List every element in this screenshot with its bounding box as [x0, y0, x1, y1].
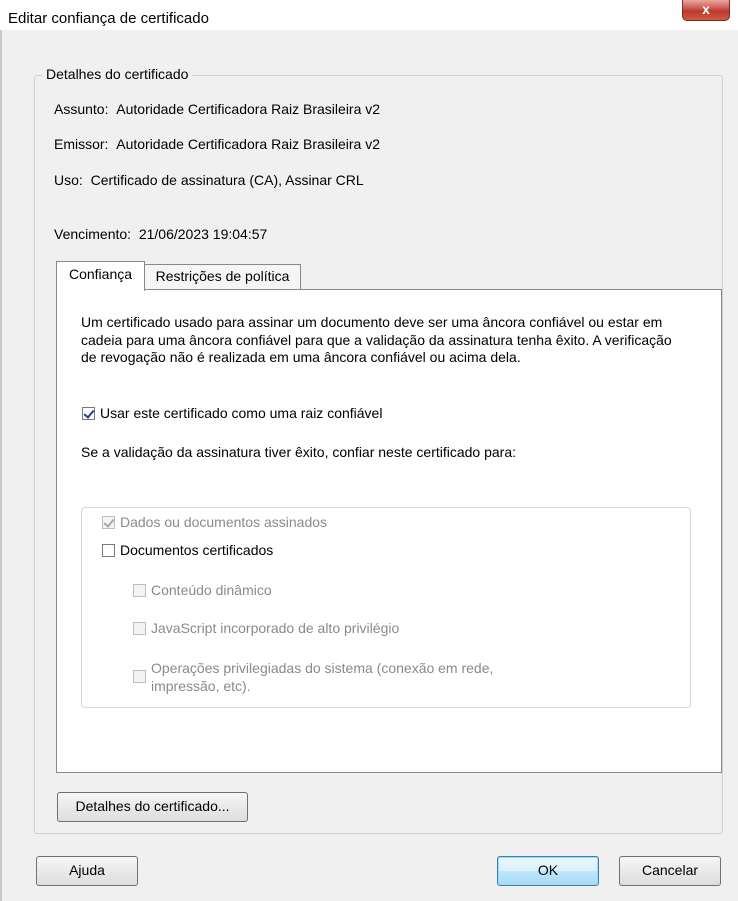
dynamic-content-option: Conteúdo dinâmico	[133, 582, 272, 598]
tab-policy-restrictions[interactable]: Restrições de política	[144, 264, 301, 289]
tab-trust[interactable]: Confiança	[56, 261, 145, 291]
signed-documents-option: Dados ou documentos assinados	[102, 514, 327, 530]
expiry-value: 21/06/2023 19:04:57	[138, 226, 268, 242]
use-as-trusted-root-label: Usar este certificado como uma raiz conf…	[100, 405, 383, 421]
issuer-value: Autoridade Certificadora Raiz Brasileira…	[116, 136, 381, 152]
certified-documents-checkbox[interactable]	[102, 543, 115, 557]
window-edge	[0, 30, 2, 901]
dynamic-content-checkbox	[133, 583, 146, 597]
subject-row: Assunto: Autoridade Certificadora Raiz B…	[54, 101, 380, 117]
privileged-operations-option: Operações privilegiadas do sistema (cone…	[133, 660, 553, 695]
title-bar: Editar confiança de certificado x	[0, 0, 738, 30]
javascript-checkbox	[133, 621, 146, 635]
cancel-button[interactable]: Cancelar	[619, 856, 721, 886]
javascript-option: JavaScript incorporado de alto privilégi…	[133, 620, 399, 636]
certified-documents-label: Documentos certificados	[120, 542, 274, 558]
close-button[interactable]: x	[682, 0, 730, 21]
trust-description: Um certificado usado para assinar um doc…	[81, 314, 672, 365]
issuer-label: Emissor:	[54, 136, 109, 152]
certificate-details-legend: Detalhes do certificado	[42, 66, 193, 82]
subject-value: Autoridade Certificadora Raiz Brasileira…	[116, 101, 381, 117]
usage-row: Uso: Certificado de assinatura (CA), Ass…	[54, 172, 364, 188]
expiry-row: Vencimento: 21/06/2023 19:04:57	[54, 226, 267, 242]
use-as-trusted-root-option[interactable]: Usar este certificado como uma raiz conf…	[82, 405, 382, 421]
window-title: Editar confiança de certificado	[8, 10, 209, 27]
javascript-label: JavaScript incorporado de alto privilégi…	[151, 620, 400, 636]
close-icon: x	[702, 1, 710, 17]
expiry-label: Vencimento:	[54, 226, 132, 242]
edit-certificate-trust-dialog: Editar confiança de certificado x Detalh…	[0, 0, 738, 901]
signed-documents-checkbox	[102, 515, 115, 529]
use-as-trusted-root-checkbox[interactable]	[82, 406, 95, 420]
help-button[interactable]: Ajuda	[36, 856, 138, 886]
subject-label: Assunto:	[54, 101, 109, 117]
certified-documents-option[interactable]: Documentos certificados	[102, 542, 273, 558]
certificate-details-button[interactable]: Detalhes do certificado...	[57, 792, 248, 822]
privileged-operations-label: Operações privilegiadas do sistema (cone…	[151, 660, 494, 694]
usage-value: Certificado de assinatura (CA), Assinar …	[90, 172, 364, 188]
signed-documents-label: Dados ou documentos assinados	[120, 514, 328, 530]
issuer-row: Emissor: Autoridade Certificadora Raiz B…	[54, 136, 380, 152]
privileged-operations-checkbox	[133, 670, 146, 683]
dynamic-content-label: Conteúdo dinâmico	[151, 582, 272, 598]
validation-trust-text: Se a validação da assinatura tiver êxito…	[81, 444, 517, 460]
usage-label: Uso:	[54, 172, 83, 188]
ok-button[interactable]: OK	[497, 856, 599, 886]
